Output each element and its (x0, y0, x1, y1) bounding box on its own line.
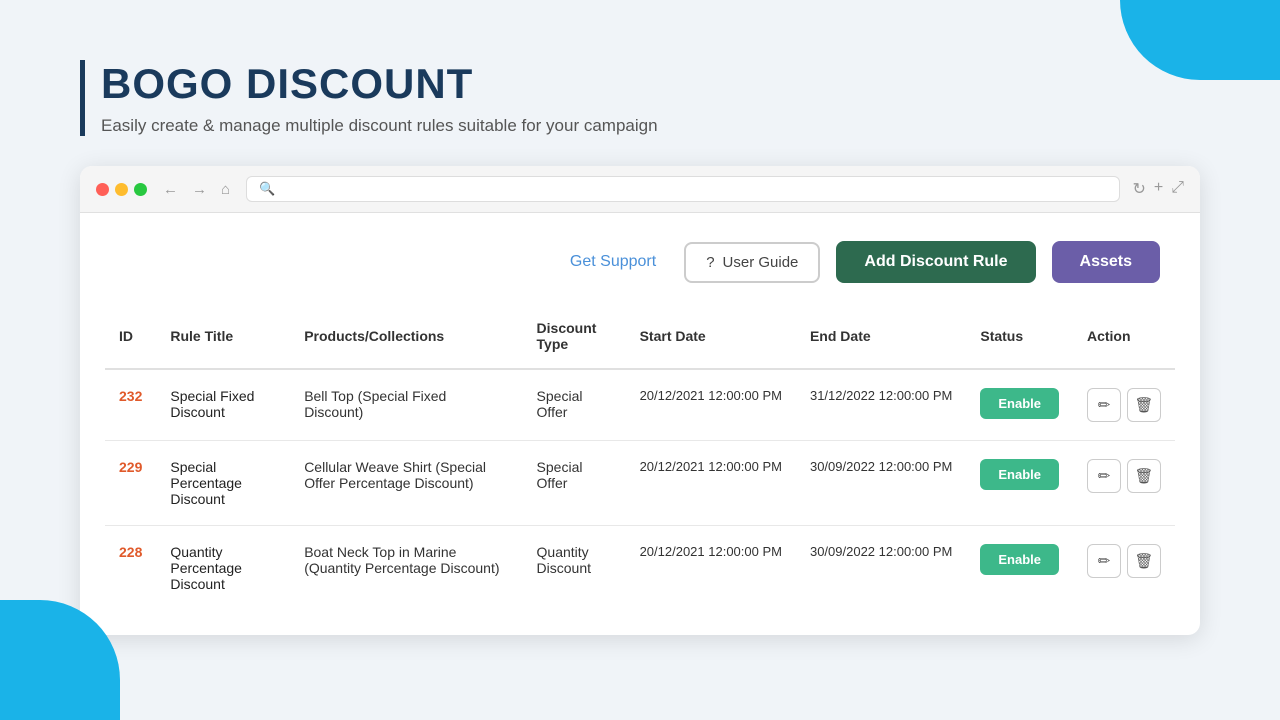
header-border: BOGO DISCOUNT Easily create & manage mul… (80, 60, 1200, 136)
cell-products: Boat Neck Top in Marine (Quantity Percen… (290, 526, 522, 611)
cell-products: Cellular Weave Shirt (Special Offer Perc… (290, 441, 522, 526)
cell-status: Enable (966, 369, 1073, 441)
maximize-button[interactable] (134, 183, 147, 196)
edit-button[interactable]: ✏ (1087, 544, 1121, 578)
cell-rule-title: Special Percentage Discount (156, 441, 290, 526)
app-toolbar: Get Support ? User Guide Add Discount Ru… (80, 213, 1200, 303)
add-discount-button[interactable]: Add Discount Rule (836, 241, 1035, 283)
edit-button[interactable]: ✏ (1087, 459, 1121, 493)
cell-discount-type: Special Offer (523, 369, 626, 441)
table-row: 228 Quantity Percentage Discount Boat Ne… (105, 526, 1176, 611)
assets-button[interactable]: Assets (1052, 241, 1160, 283)
table-row: 229 Special Percentage Discount Cellular… (105, 441, 1176, 526)
browser-bar: ← → ⌂ 🔍 ↻ + ⤢ (80, 166, 1200, 213)
cell-rule-title: Special Fixed Discount (156, 369, 290, 441)
table-container: ID Rule Title Products/Collections Disco… (80, 303, 1200, 635)
page-subtitle: Easily create & manage multiple discount… (101, 116, 658, 136)
cell-start-date: 20/12/2021 12:00:00 PM (626, 441, 796, 526)
user-guide-label: User Guide (723, 254, 799, 271)
action-buttons: ✏ 🗑 (1087, 544, 1161, 578)
table-row: 232 Special Fixed Discount Bell Top (Spe… (105, 369, 1176, 441)
col-header-id: ID (105, 304, 157, 370)
header-section: BOGO DISCOUNT Easily create & manage mul… (0, 0, 1280, 166)
refresh-icon[interactable]: ↻ (1132, 179, 1145, 199)
browser-window: ← → ⌂ 🔍 ↻ + ⤢ Get Support ? User Guide A… (80, 166, 1200, 635)
question-icon: ? (706, 254, 714, 271)
browser-dots (96, 183, 147, 196)
cell-id: 232 (105, 369, 157, 441)
cell-action: ✏ 🗑 (1073, 526, 1176, 611)
cell-action: ✏ 🗑 (1073, 441, 1176, 526)
col-header-start-date: Start Date (626, 304, 796, 370)
col-header-status: Status (966, 304, 1073, 370)
cell-end-date: 31/12/2022 12:00:00 PM (796, 369, 966, 441)
enable-button[interactable]: Enable (980, 544, 1059, 575)
cell-end-date: 30/09/2022 12:00:00 PM (796, 526, 966, 611)
expand-icon[interactable]: ⤢ (1171, 179, 1184, 199)
get-support-button[interactable]: Get Support (558, 245, 668, 279)
enable-button[interactable]: Enable (980, 459, 1059, 490)
delete-button[interactable]: 🗑 (1127, 388, 1161, 422)
cell-discount-type: Special Offer (523, 441, 626, 526)
delete-button[interactable]: 🗑 (1127, 544, 1161, 578)
delete-button[interactable]: 🗑 (1127, 459, 1161, 493)
cell-status: Enable (966, 526, 1073, 611)
cell-start-date: 20/12/2021 12:00:00 PM (626, 369, 796, 441)
cell-rule-title: Quantity Percentage Discount (156, 526, 290, 611)
col-header-end-date: End Date (796, 304, 966, 370)
col-header-rule-title: Rule Title (156, 304, 290, 370)
user-guide-button[interactable]: ? User Guide (684, 242, 820, 283)
enable-button[interactable]: Enable (980, 388, 1059, 419)
page-title: BOGO DISCOUNT (101, 60, 473, 108)
edit-button[interactable]: ✏ (1087, 388, 1121, 422)
new-tab-icon[interactable]: + (1154, 179, 1163, 199)
cell-products: Bell Top (Special Fixed Discount) (290, 369, 522, 441)
table-header-row: ID Rule Title Products/Collections Disco… (105, 304, 1176, 370)
action-buttons: ✏ 🗑 (1087, 388, 1161, 422)
close-button[interactable] (96, 183, 109, 196)
action-buttons: ✏ 🗑 (1087, 459, 1161, 493)
cell-id: 229 (105, 441, 157, 526)
discount-rules-table: ID Rule Title Products/Collections Disco… (104, 303, 1176, 611)
minimize-button[interactable] (115, 183, 128, 196)
cell-discount-type: Quantity Discount (523, 526, 626, 611)
home-icon[interactable]: ⌂ (217, 179, 234, 200)
cell-action: ✏ 🗑 (1073, 369, 1176, 441)
col-header-action: Action (1073, 304, 1176, 370)
cell-start-date: 20/12/2021 12:00:00 PM (626, 526, 796, 611)
cell-status: Enable (966, 441, 1073, 526)
browser-actions: ↻ + ⤢ (1132, 179, 1184, 199)
search-icon: 🔍 (259, 181, 275, 197)
col-header-products: Products/Collections (290, 304, 522, 370)
address-bar[interactable]: 🔍 (246, 176, 1120, 202)
col-header-discount-type: Discount Type (523, 304, 626, 370)
browser-nav: ← → ⌂ (159, 179, 234, 200)
back-icon[interactable]: ← (159, 179, 182, 200)
cell-end-date: 30/09/2022 12:00:00 PM (796, 441, 966, 526)
forward-icon[interactable]: → (188, 179, 211, 200)
cell-id: 228 (105, 526, 157, 611)
